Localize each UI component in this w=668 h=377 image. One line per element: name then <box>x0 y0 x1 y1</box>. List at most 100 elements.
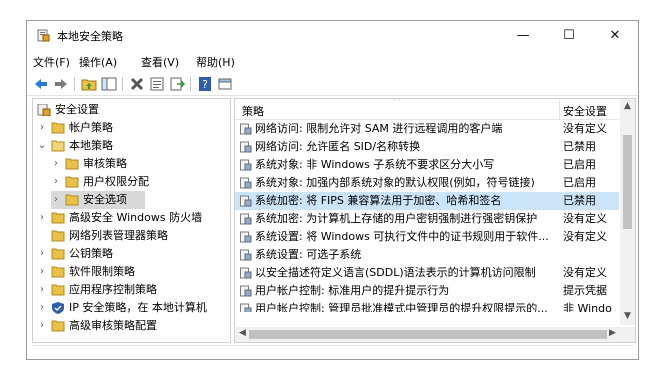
policy-setting: 已启用 <box>563 176 596 189</box>
list-item[interactable]: 以安全描述符定义语言(SDDL)语法表示的计算机访问限制 没有定义 <box>235 264 619 282</box>
list-item[interactable]: 网络访问: 允许匿名 SID/名称转换 已禁用 <box>235 138 619 156</box>
policy-list-pane[interactable]: 策略 ^ 安全设置 网络访问: 限制允许对 SAM 进行远程调用的客户端 没有定… <box>234 98 636 343</box>
chevron-down-icon[interactable]: ⌄ <box>37 137 47 155</box>
horizontal-scrollbar[interactable]: ◀ ▶ <box>235 327 635 342</box>
security-policy-app-icon <box>37 29 50 42</box>
list-item[interactable]: 系统加密: 为计算机上存储的用户密钥强制进行强密钥保护 没有定义 <box>235 210 619 228</box>
horizontal-scroll-thumb[interactable] <box>249 330 607 339</box>
menu-help[interactable]: 帮助(H) <box>196 54 235 70</box>
close-button[interactable]: ✕ <box>592 21 638 50</box>
delete-icon[interactable] <box>129 76 145 92</box>
forward-arrow-icon[interactable] <box>53 76 69 92</box>
chevron-right-icon[interactable]: › <box>37 317 47 335</box>
policy-name: 系统加密: 为计算机上存储的用户密钥强制进行强密钥保护 <box>255 212 538 225</box>
policy-item-icon <box>240 303 252 312</box>
policy-setting: 非 Windo <box>563 302 612 312</box>
tree-item-security-settings[interactable]: 安全设置 <box>37 101 227 119</box>
column-header-security-setting[interactable]: 安全设置 <box>563 103 607 119</box>
policy-item-icon <box>240 195 252 207</box>
policy-item-icon <box>240 249 252 261</box>
chevron-right-icon[interactable]: › <box>37 209 47 227</box>
tree-pane[interactable]: 安全设置 › 帐户策略 ⌄ 本地策略 › 审核策略 › 用户权限分配 › 安全选… <box>32 98 231 343</box>
tree-item-ip-security[interactable]: › IP 安全策略，在 本地计算机 <box>37 299 227 317</box>
tree-label: 高级安全 Windows 防火墙 <box>69 211 203 224</box>
folder-icon <box>51 284 65 296</box>
properties-icon[interactable] <box>149 76 165 92</box>
tree-label: 公钥策略 <box>69 247 113 260</box>
chevron-right-icon[interactable]: › <box>37 299 47 317</box>
view-grid-icon[interactable] <box>217 76 233 92</box>
tree-item-audit-policy[interactable]: › 审核策略 <box>51 155 227 173</box>
chevron-right-icon[interactable]: › <box>37 119 47 137</box>
policy-item-icon <box>240 141 252 153</box>
chevron-right-icon[interactable]: › <box>37 281 47 299</box>
menu-view[interactable]: 查看(V) <box>141 54 179 70</box>
policy-name: 用户帐户控制: 管理员批准模式中管理员的提升权限提示的... <box>255 302 548 312</box>
scroll-right-arrow-icon[interactable]: ▶ <box>605 328 620 338</box>
minimize-button[interactable]: — <box>500 21 546 50</box>
folder-icon <box>51 212 65 224</box>
column-header-policy[interactable]: 策略 <box>242 103 264 119</box>
list-item[interactable]: 系统设置: 可选子系统 <box>235 246 619 264</box>
folder-icon <box>65 194 79 206</box>
maximize-button[interactable]: ☐ <box>546 21 592 50</box>
policy-name: 用户帐户控制: 标准用户的提升提示行为 <box>255 284 450 297</box>
svg-text:?: ? <box>202 78 208 91</box>
tree-item-software-restriction[interactable]: › 软件限制策略 <box>37 263 227 281</box>
sort-ascending-icon: ^ <box>393 98 402 107</box>
list-item-selected[interactable]: 系统加密: 将 FIPS 兼容算法用于加密、哈希和签名 已禁用 <box>235 192 619 210</box>
chevron-right-icon[interactable]: › <box>37 245 47 263</box>
tree-item-windows-firewall[interactable]: › 高级安全 Windows 防火墙 <box>37 209 227 227</box>
folder-icon <box>51 230 65 242</box>
show-hide-tree-icon[interactable] <box>101 76 117 92</box>
back-arrow-icon[interactable] <box>33 76 49 92</box>
policy-name: 网络访问: 限制允许对 SAM 进行远程调用的客户端 <box>255 122 503 135</box>
folder-icon <box>51 122 65 134</box>
tree-label: 本地策略 <box>69 139 113 152</box>
folder-icon <box>51 320 65 332</box>
security-settings-icon <box>37 104 51 116</box>
menu-bar: 文件(F) 操作(A) 查看(V) 帮助(H) <box>27 51 638 71</box>
chevron-right-icon[interactable]: › <box>51 191 61 209</box>
export-list-icon[interactable] <box>169 76 185 92</box>
status-bar <box>32 345 633 359</box>
tree-item-account-policies[interactable]: › 帐户策略 <box>37 119 227 137</box>
list-item[interactable]: 系统设置: 将 Windows 可执行文件中的证书规则用于软件... 没有定义 <box>235 228 619 246</box>
policy-name: 网络访问: 允许匿名 SID/名称转换 <box>255 140 421 153</box>
list-item[interactable]: 系统对象: 非 Windows 子系统不要求区分大小写 已启用 <box>235 156 619 174</box>
folder-icon <box>65 158 79 170</box>
menu-file[interactable]: 文件(F) <box>33 54 70 70</box>
policy-name: 系统加密: 将 FIPS 兼容算法用于加密、哈希和签名 <box>255 194 502 207</box>
chevron-right-icon[interactable]: › <box>51 155 61 173</box>
help-icon[interactable]: ? <box>197 76 213 92</box>
title-bar[interactable]: 本地安全策略 — ☐ ✕ <box>27 21 638 50</box>
scroll-down-arrow-icon[interactable]: ▼ <box>620 311 635 321</box>
scroll-up-arrow-icon[interactable]: ▲ <box>620 101 635 111</box>
tree-item-local-policies[interactable]: ⌄ 本地策略 <box>37 137 227 155</box>
tree-item-user-rights-assignment[interactable]: › 用户权限分配 <box>51 173 227 191</box>
list-item[interactable]: 系统对象: 加强内部系统对象的默认权限(例如，符号链接) 已启用 <box>235 174 619 192</box>
folder-icon <box>65 176 79 188</box>
chevron-right-icon[interactable]: › <box>37 263 47 281</box>
menu-action[interactable]: 操作(A) <box>79 54 117 70</box>
tree-item-security-options[interactable]: › 安全选项 <box>51 191 145 209</box>
policy-item-icon <box>240 285 252 297</box>
list-item[interactable]: 用户帐户控制: 标准用户的提升提示行为 提示凭据 <box>235 282 619 300</box>
toolbar: ? <box>27 73 638 96</box>
tree-item-advanced-audit[interactable]: › 高级审核策略配置 <box>37 317 227 335</box>
chevron-right-icon[interactable]: › <box>51 173 61 191</box>
scroll-left-arrow-icon[interactable]: ◀ <box>235 328 250 338</box>
tree-item-network-list-manager[interactable]: 网络列表管理器策略 <box>37 227 227 245</box>
tree-item-application-control[interactable]: › 应用程序控制策略 <box>37 281 227 299</box>
tree-label: IP 安全策略，在 本地计算机 <box>69 301 207 314</box>
list-item[interactable]: 用户帐户控制: 管理员批准模式中管理员的提升权限提示的... 非 Windo <box>235 300 619 312</box>
policy-item-icon <box>240 177 252 189</box>
policy-item-icon <box>240 123 252 135</box>
up-folder-icon[interactable] <box>81 76 97 92</box>
policy-name: 系统设置: 将 Windows 可执行文件中的证书规则用于软件... <box>255 230 549 243</box>
vertical-scrollbar[interactable]: ▲ ▼ <box>620 99 635 325</box>
vertical-scroll-thumb[interactable] <box>623 135 632 229</box>
list-item[interactable]: 网络访问: 限制允许对 SAM 进行远程调用的客户端 没有定义 <box>235 120 619 138</box>
open-folder-icon <box>51 140 65 152</box>
tree-item-public-key-policies[interactable]: › 公钥策略 <box>37 245 227 263</box>
